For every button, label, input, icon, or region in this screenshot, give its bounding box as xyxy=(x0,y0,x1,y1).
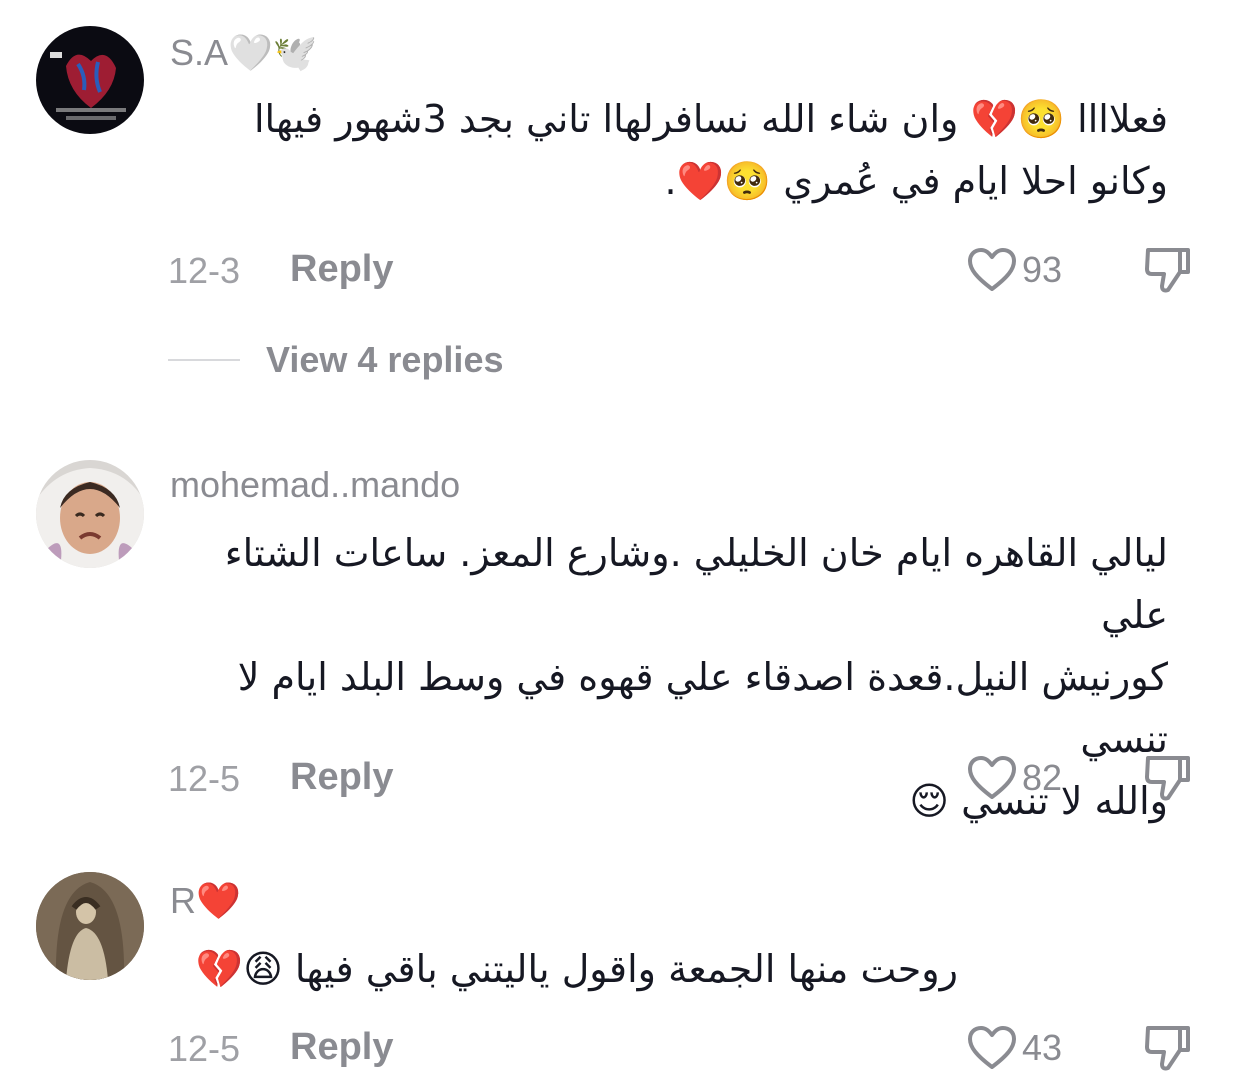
avatar-image xyxy=(36,872,144,980)
view-replies-label: View 4 replies xyxy=(266,339,504,380)
dislike-button[interactable] xyxy=(1142,750,1194,804)
dislike-button[interactable] xyxy=(1142,1020,1194,1074)
heart-outline-icon xyxy=(968,756,1016,799)
comment-date: 12-5 xyxy=(168,758,241,799)
avatar[interactable] xyxy=(36,460,144,568)
avatar[interactable] xyxy=(36,872,144,980)
comment-1: S.A🤍🕊️ فعلاااا 🥺💔 وان شاء الله نسافرلهاا… xyxy=(0,0,1242,420)
avatar-image xyxy=(36,460,144,568)
username[interactable]: S.A🤍🕊️ xyxy=(170,32,318,74)
like-button[interactable]: 93 xyxy=(966,242,1062,298)
reply-button[interactable]: Reply xyxy=(290,248,393,291)
reply-button[interactable]: Reply xyxy=(290,1026,393,1069)
comment-text: روحت منها الجمعة واقول ياليتني باقي فيها… xyxy=(168,938,958,1000)
username[interactable]: R❤️ xyxy=(170,880,241,922)
comment-text-line: فعلاااا 🥺💔 وان شاء الله نسافرلهاا تاني ب… xyxy=(253,97,1168,141)
view-replies-button[interactable]: View 4 replies xyxy=(168,336,503,384)
comment-actions: 12-5 Reply 43 xyxy=(0,1018,1242,1078)
like-count: 93 xyxy=(1022,249,1063,290)
comment-text: فعلاااا 🥺💔 وان شاء الله نسافرلهاا تاني ب… xyxy=(168,88,1168,212)
comment-3: R❤️ روحت منها الجمعة واقول ياليتني باقي … xyxy=(0,868,1242,1084)
comment-actions: 12-3 Reply 93 xyxy=(0,240,1242,300)
avatar[interactable] xyxy=(36,26,144,134)
comment-actions: 12-5 Reply 82 xyxy=(0,748,1242,808)
reply-button[interactable]: Reply xyxy=(290,756,393,799)
dislike-button[interactable] xyxy=(1142,242,1194,296)
comment-date: 12-5 xyxy=(168,1028,241,1069)
like-count: 82 xyxy=(1022,757,1063,798)
avatar-image xyxy=(36,26,144,134)
comment-date: 12-3 xyxy=(168,250,241,291)
comment-text-line: روحت منها الجمعة واقول ياليتني باقي فيها… xyxy=(195,947,958,991)
heart-outline-icon xyxy=(968,1026,1016,1069)
comment-text-line: وكانو احلا ايام في عُمري 🥺❤️. xyxy=(664,159,1168,203)
heart-outline-icon xyxy=(968,248,1016,291)
like-count: 43 xyxy=(1022,1027,1063,1068)
username[interactable]: mohemad..mando xyxy=(170,464,460,506)
thumbs-down-icon xyxy=(1145,248,1190,293)
comment-2: mohemad..mando ليالي القاهره ايام خان ال… xyxy=(0,450,1242,830)
comment-text-line: ليالي القاهره ايام خان الخليلي .وشارع ال… xyxy=(224,531,1168,637)
divider xyxy=(168,359,240,361)
thumbs-down-icon xyxy=(1145,1026,1190,1071)
thumbs-down-icon xyxy=(1145,756,1190,801)
like-button[interactable]: 43 xyxy=(966,1020,1062,1076)
like-button[interactable]: 82 xyxy=(966,750,1062,806)
